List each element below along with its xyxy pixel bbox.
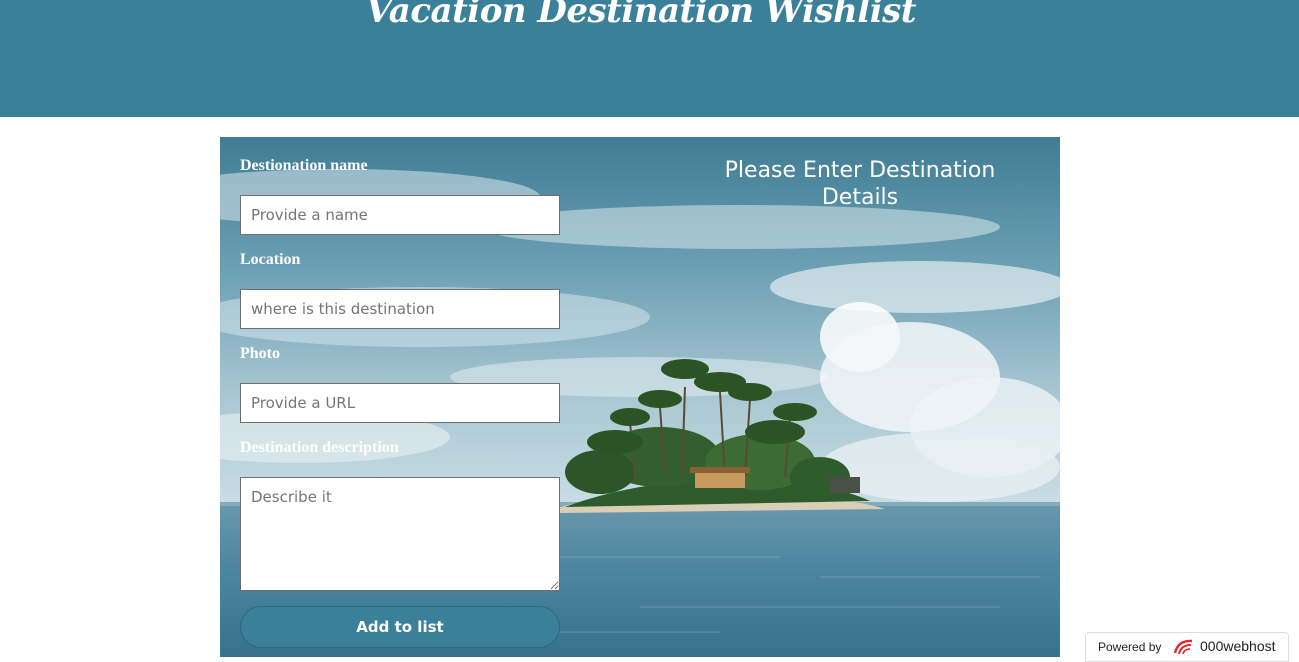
details-heading: Please Enter Destination Details <box>724 158 996 210</box>
location-label: Location <box>240 251 301 268</box>
powered-by-text: Powered by <box>1098 640 1162 654</box>
destination-name-label: Destionation name <box>240 157 368 174</box>
description-label: Destination description <box>240 439 399 456</box>
photo-label: Photo <box>240 345 280 362</box>
webhost-brand-text: 000webhost <box>1200 638 1276 654</box>
description-textarea[interactable] <box>240 477 560 591</box>
location-input[interactable] <box>240 289 560 329</box>
destination-card: Destionation name Location Photo Destina… <box>220 137 1060 657</box>
add-to-list-button[interactable]: Add to list <box>240 606 560 648</box>
destination-name-input[interactable] <box>240 195 560 235</box>
page-title: Vacation Destination Wishlist <box>366 0 916 31</box>
powered-by-badge[interactable]: Powered by 000webhost <box>1085 632 1289 662</box>
photo-url-input[interactable] <box>240 383 560 423</box>
page-header: Vacation Destination Wishlist <box>0 0 1299 117</box>
